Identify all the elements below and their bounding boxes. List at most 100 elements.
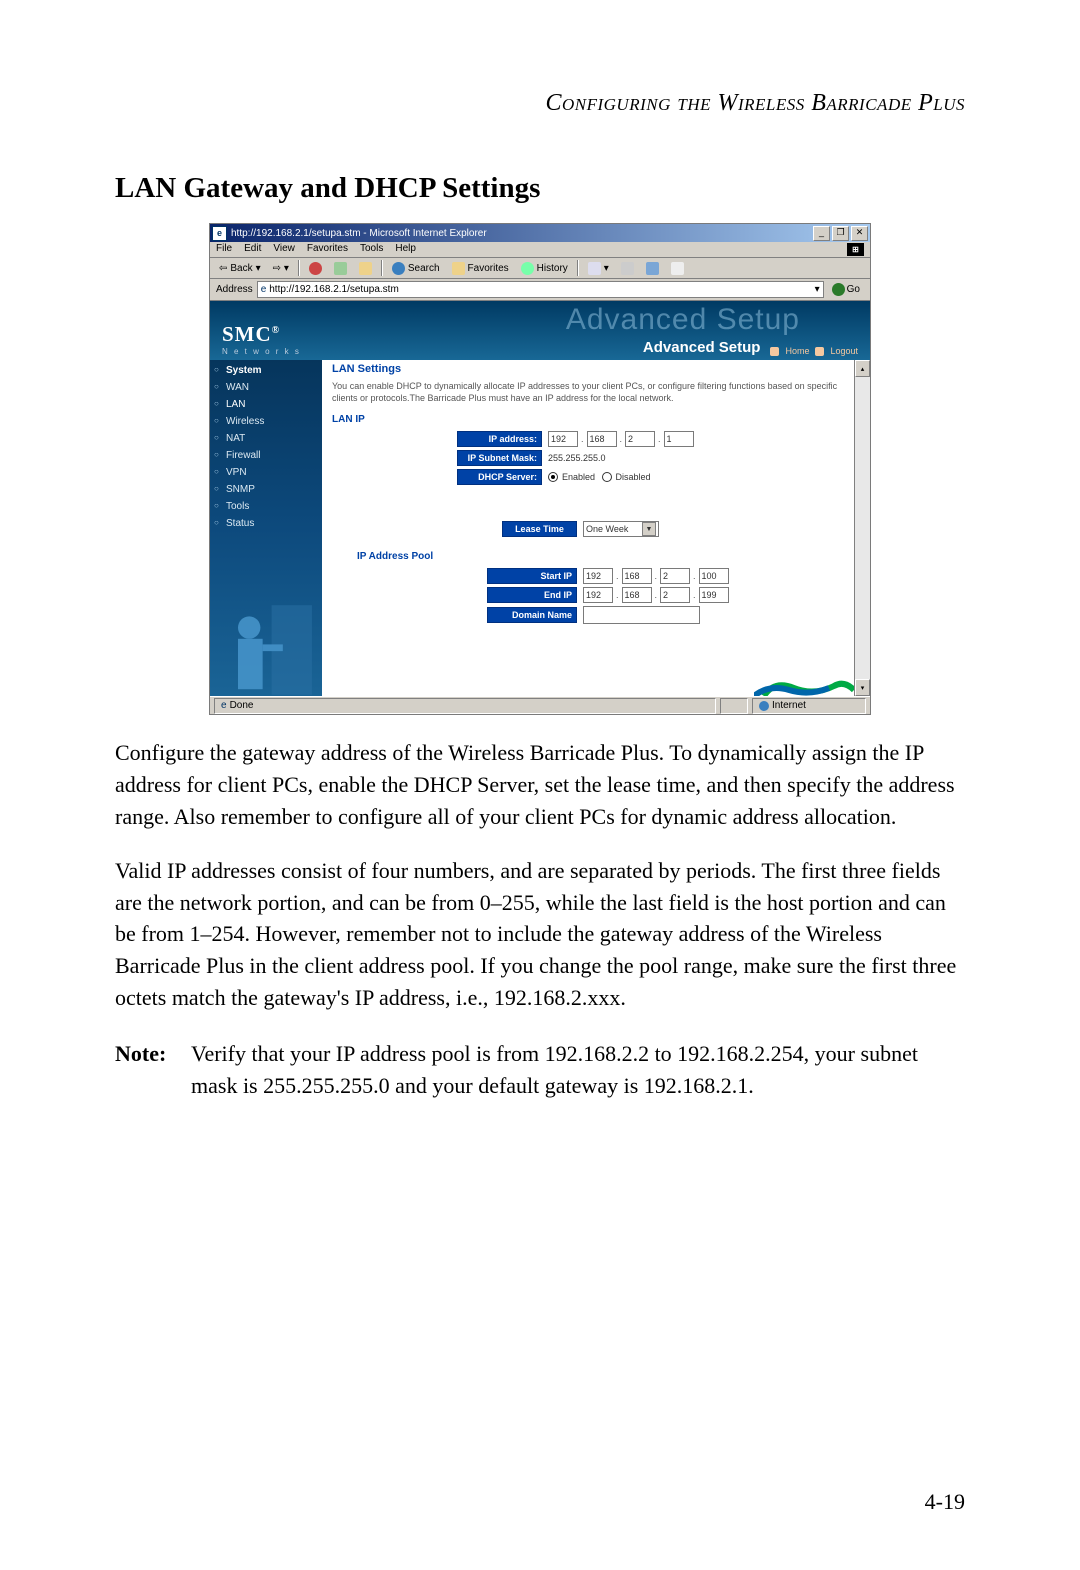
note-label: Note: [115, 1038, 177, 1102]
end-ip-2[interactable]: 168 [622, 587, 652, 603]
sidebar-item-wan[interactable]: WAN [210, 379, 322, 396]
status-spacer [720, 698, 748, 714]
scroll-down-button[interactable]: ▾ [855, 679, 870, 696]
domain-label: Domain Name [487, 607, 577, 623]
sidebar-item-firewall[interactable]: Firewall [210, 447, 322, 464]
router-banner: SMC® N e t w o r k s Advanced Setup Adva… [210, 301, 870, 360]
ip-address-label: IP address: [457, 431, 542, 447]
sidebar-item-system[interactable]: System [210, 362, 322, 379]
scroll-up-button[interactable]: ▴ [855, 360, 870, 377]
sidebar-item-vpn[interactable]: VPN [210, 464, 322, 481]
section-title-text: LAN Gateway and DHCP Settings [115, 172, 540, 204]
favorites-button[interactable]: Favorites [449, 261, 512, 276]
menubar: File Edit View Favorites Tools Help ⊞ [210, 242, 870, 258]
ip-octet-4[interactable]: 1 [664, 431, 694, 447]
forward-button[interactable]: ⇨ ▾ [270, 262, 292, 275]
vertical-scrollbar[interactable]: ▴ ▾ [854, 360, 870, 696]
statusbar: e Done Internet [210, 696, 870, 714]
sidebar: System WAN LAN Wireless NAT Firewall VPN… [210, 360, 322, 696]
sidebar-item-wireless[interactable]: Wireless [210, 413, 322, 430]
refresh-button[interactable] [331, 261, 350, 276]
status-done-cell: e Done [214, 698, 716, 714]
discuss-button[interactable] [668, 261, 687, 276]
menu-view[interactable]: View [273, 243, 295, 256]
status-zone-cell: Internet [752, 698, 866, 714]
logout-link[interactable]: Logout [830, 346, 858, 356]
dhcp-enabled-radio[interactable] [548, 472, 558, 482]
main-panel: LAN Settings You can enable DHCP to dyna… [322, 360, 854, 696]
lease-value: One Week [586, 524, 628, 534]
search-button[interactable]: Search [389, 261, 443, 276]
back-button[interactable]: ⇦ Back ▾ [216, 262, 264, 275]
domain-input[interactable] [583, 606, 700, 624]
home-link[interactable]: Home [785, 346, 809, 356]
running-head: Configuring the Wireless Barricade Plus [115, 90, 965, 117]
go-icon [832, 283, 845, 296]
ip-octet-3[interactable]: 2 [625, 431, 655, 447]
history-button[interactable]: History [518, 261, 571, 276]
toolbar: ⇦ Back ▾ ⇨ ▾ Search Favorites History ▾ [210, 258, 870, 279]
toolbar-separator [298, 260, 300, 276]
menu-edit[interactable]: Edit [244, 243, 261, 256]
mail-button[interactable]: ▾ [585, 261, 612, 276]
menu-help[interactable]: Help [395, 243, 416, 256]
print-button[interactable] [618, 261, 637, 276]
close-button[interactable]: ✕ [851, 226, 868, 241]
titlebar: e http://192.168.2.1/setupa.stm - Micros… [210, 224, 870, 242]
note-text: Verify that your IP address pool is from… [191, 1038, 965, 1102]
paragraph-1: Configure the gateway address of the Wir… [115, 737, 965, 833]
end-ip-4[interactable]: 199 [699, 587, 729, 603]
menu-file[interactable]: File [216, 243, 232, 256]
dhcp-disabled-radio[interactable] [602, 472, 612, 482]
page-number: 4-19 [925, 1489, 965, 1515]
section-title: LAN Gateway and DHCP Settings [115, 172, 965, 205]
minimize-button[interactable]: _ [813, 226, 830, 241]
edit-button[interactable] [643, 261, 662, 276]
scroll-track[interactable] [855, 377, 870, 679]
sidebar-item-nat[interactable]: NAT [210, 430, 322, 447]
maximize-button[interactable]: ❐ [832, 226, 849, 241]
stop-button[interactable] [306, 261, 325, 276]
ip-pool-heading: IP Address Pool [357, 551, 844, 562]
start-ip-3[interactable]: 2 [660, 568, 690, 584]
ip-octet-1[interactable]: 192 [548, 431, 578, 447]
main-description: You can enable DHCP to dynamically alloc… [332, 381, 844, 404]
start-ip-4[interactable]: 100 [699, 568, 729, 584]
brand-subtext: N e t w o r k s [222, 347, 301, 356]
ie-page-icon: e [261, 284, 267, 295]
dhcp-label: DHCP Server: [457, 469, 542, 485]
sidebar-item-snmp[interactable]: SNMP [210, 481, 322, 498]
home-icon [770, 347, 779, 356]
start-ip-1[interactable]: 192 [583, 568, 613, 584]
favorites-label: Favorites [468, 263, 509, 274]
lease-select[interactable]: One Week ▼ [583, 521, 659, 537]
ip-octet-2[interactable]: 168 [587, 431, 617, 447]
end-ip-1[interactable]: 192 [583, 587, 613, 603]
address-input[interactable]: e http://192.168.2.1/setupa.stm ▾ [257, 281, 824, 298]
toolbar-separator [577, 260, 579, 276]
sidebar-item-lan[interactable]: LAN [210, 396, 322, 413]
sidebar-item-status[interactable]: Status [210, 515, 322, 532]
ms-logo-icon: ⊞ [847, 243, 864, 256]
start-ip-2[interactable]: 168 [622, 568, 652, 584]
go-button[interactable]: Go [828, 283, 864, 296]
sidebar-illustration [210, 596, 322, 696]
address-dropdown-icon[interactable]: ▾ [815, 284, 820, 295]
end-ip-3[interactable]: 2 [660, 587, 690, 603]
start-ip-label: Start IP [487, 568, 577, 584]
subnet-label: IP Subnet Mask: [457, 450, 542, 466]
home-button[interactable] [356, 261, 375, 276]
menu-tools[interactable]: Tools [360, 243, 383, 256]
main-heading: LAN Settings [332, 363, 844, 375]
menu-favorites[interactable]: Favorites [307, 243, 348, 256]
dhcp-enabled-text: Enabled [562, 472, 595, 482]
lan-ip-heading: LAN IP [332, 414, 844, 425]
back-label: Back [230, 263, 252, 274]
dhcp-disabled-text: Disabled [616, 472, 651, 482]
subnet-value: 255.255.255.0 [548, 453, 606, 463]
address-value: http://192.168.2.1/setupa.stm [269, 284, 399, 295]
globe-icon [759, 701, 769, 711]
window-title: http://192.168.2.1/setupa.stm - Microsof… [231, 228, 811, 239]
history-label: History [537, 263, 568, 274]
sidebar-item-tools[interactable]: Tools [210, 498, 322, 515]
